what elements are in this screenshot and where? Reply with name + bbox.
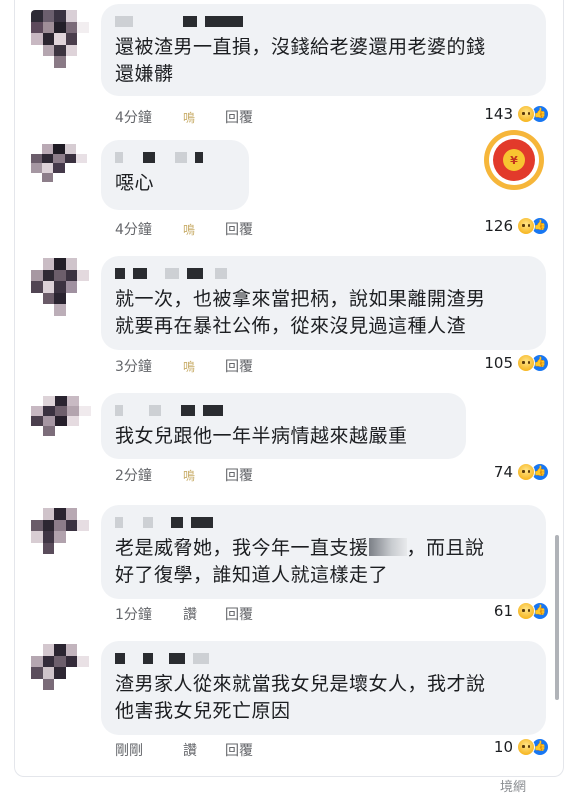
avatar[interactable] — [31, 144, 87, 192]
timestamp: 4分鐘 — [115, 110, 152, 126]
comment-text: 我女兒跟他一年半病情越來越嚴重 — [115, 425, 408, 447]
reply-link[interactable]: 回覆 — [225, 219, 253, 239]
timestamp: 2分鐘 — [115, 468, 152, 484]
comment-meta: 2分鐘 鳴 回覆 — [115, 465, 253, 485]
comment-text: 渣男家人從來就當我女兒是壞女人，我才說 他害我女兒死亡原因 — [115, 673, 486, 722]
reaction-summary[interactable]: 143 👍 — [484, 105, 549, 123]
red-envelope-button[interactable]: ¥ — [484, 130, 544, 190]
blurred-username — [115, 150, 235, 164]
like-link[interactable]: 鳴 — [183, 109, 225, 126]
red-envelope-icon: ¥ — [493, 139, 535, 181]
reaction-count: 61 — [493, 602, 513, 620]
sad-reaction-icon — [517, 602, 535, 620]
reply-link[interactable]: 回覆 — [225, 356, 253, 376]
avatar[interactable] — [31, 508, 89, 566]
reply-link[interactable]: 回覆 — [225, 604, 253, 624]
reaction-summary[interactable]: 126 👍 — [484, 217, 549, 235]
avatar[interactable] — [31, 10, 89, 68]
sad-reaction-icon — [517, 463, 535, 481]
blurred-username — [115, 403, 452, 417]
reaction-count: 74 — [493, 463, 513, 481]
comment-text: 老是威脅她，我今年一直支援 ，而且說 好了復學，誰知道人就這樣走了 — [115, 537, 485, 586]
blurred-username — [115, 515, 532, 529]
avatar[interactable] — [31, 396, 91, 446]
blurred-username — [115, 266, 532, 280]
watermark: 境網 — [500, 780, 527, 795]
comment-meta: 3分鐘 鳴 回覆 — [115, 356, 253, 376]
like-link[interactable]: 鳴 — [183, 358, 225, 375]
reaction-summary[interactable]: 74 👍 — [494, 463, 549, 481]
redacted-text — [368, 538, 407, 556]
reaction-summary[interactable]: 105 👍 — [484, 354, 549, 372]
sad-reaction-icon — [517, 105, 535, 123]
comment-bubble: 就一次，也被拿來當把柄，說如果離開渣男 就要再在暴社公佈，從來沒見過這種人渣 — [101, 256, 546, 350]
comment-bubble: 老是威脅她，我今年一直支援 ，而且說 好了復學，誰知道人就這樣走了 — [101, 505, 546, 599]
comment-meta: 剛剛 讚 回覆 — [115, 740, 253, 760]
comments-panel: 還被渣男一直損，沒錢給老婆還用老婆的錢 還嫌髒 4分鐘 鳴 回覆 143 👍 噁… — [14, 0, 564, 777]
like-link[interactable]: 鳴 — [183, 467, 225, 484]
reply-link[interactable]: 回覆 — [225, 465, 253, 485]
blurred-username — [115, 14, 532, 28]
like-link[interactable]: 讚 — [183, 604, 225, 624]
comment-bubble: 渣男家人從來就當我女兒是壞女人，我才說 他害我女兒死亡原因 — [101, 641, 546, 735]
reaction-count: 143 — [484, 105, 513, 123]
like-link[interactable]: 讚 — [183, 740, 225, 760]
comment-bubble: 我女兒跟他一年半病情越來越嚴重 — [101, 393, 466, 459]
sad-reaction-icon — [517, 354, 535, 372]
timestamp: 3分鐘 — [115, 359, 152, 375]
avatar[interactable] — [31, 258, 89, 316]
sad-reaction-icon — [517, 738, 535, 756]
sad-reaction-icon — [517, 217, 535, 235]
comment-meta: 4分鐘 鳴 回覆 — [115, 219, 253, 239]
coin-icon: ¥ — [503, 149, 525, 171]
reaction-count: 10 — [493, 738, 513, 756]
comment-text: 還被渣男一直損，沒錢給老婆還用老婆的錢 還嫌髒 — [115, 36, 486, 85]
comment-text: 就一次，也被拿來當把柄，說如果離開渣男 就要再在暴社公佈，從來沒見過這種人渣 — [115, 288, 486, 337]
comment-meta: 1分鐘 讚 回覆 — [115, 604, 253, 624]
comment-text: 噁心 — [115, 172, 155, 194]
avatar[interactable] — [31, 644, 89, 702]
reaction-summary[interactable]: 61 👍 — [494, 602, 549, 620]
timestamp: 1分鐘 — [115, 607, 152, 623]
timestamp: 4分鐘 — [115, 222, 152, 238]
timestamp: 剛剛 — [115, 743, 143, 759]
comment-bubble: 噁心 — [101, 140, 249, 210]
reply-link[interactable]: 回覆 — [225, 740, 253, 760]
comment-meta: 4分鐘 鳴 回覆 — [115, 107, 253, 127]
comment-bubble: 還被渣男一直損，沒錢給老婆還用老婆的錢 還嫌髒 — [101, 4, 546, 96]
reaction-count: 105 — [484, 354, 513, 372]
reaction-count: 126 — [484, 217, 513, 235]
like-link[interactable]: 鳴 — [183, 221, 225, 238]
reply-link[interactable]: 回覆 — [225, 107, 253, 127]
scrollbar[interactable] — [555, 535, 559, 700]
reaction-summary[interactable]: 10 👍 — [494, 738, 549, 756]
blurred-username — [115, 651, 532, 665]
